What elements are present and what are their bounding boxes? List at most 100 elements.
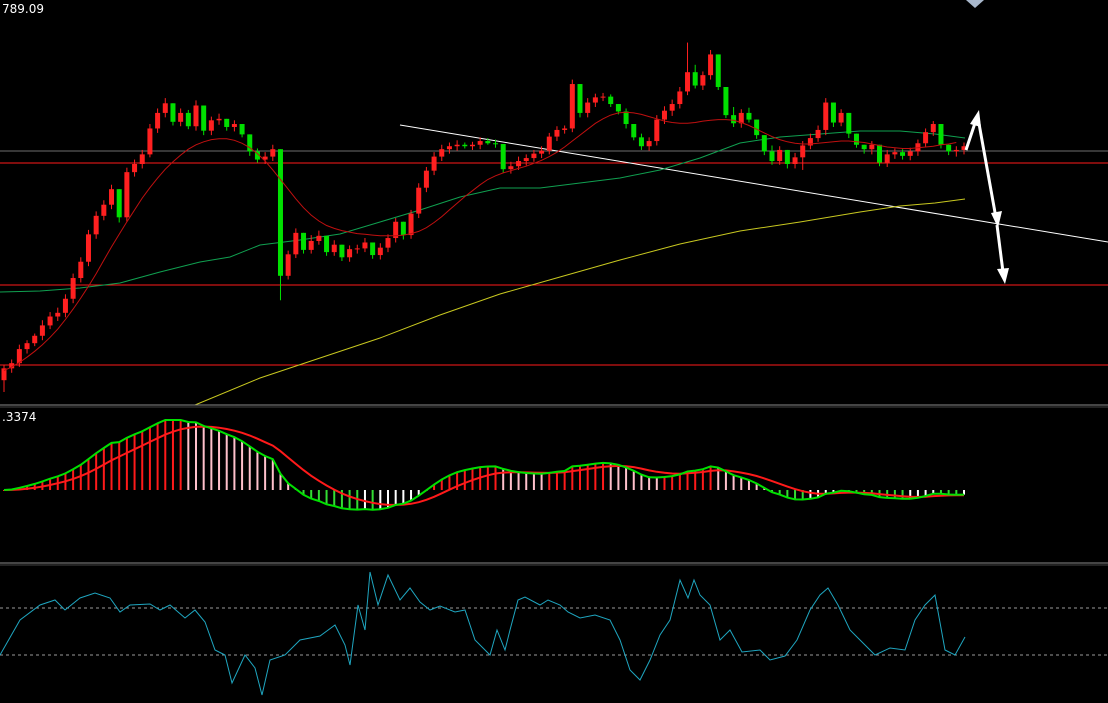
bear-candle [846,112,852,134]
bull-candle [592,97,598,103]
bull-candle [823,102,829,130]
bear-candle [853,133,859,145]
bull-candle [62,298,68,313]
macd-histogram-bar [532,473,535,490]
bull-candle [477,141,483,145]
macd-histogram-bar [110,442,113,490]
macd-histogram-bar [548,472,551,490]
macd-histogram-bar [402,490,405,504]
bear-candle [301,232,307,250]
bull-candle [446,146,452,150]
macd-histogram-bar [486,466,489,490]
bull-candle [85,234,91,262]
macd-histogram-bar [202,425,205,490]
macd-histogram-bar [371,490,374,510]
bull-candle [884,154,890,163]
bear-candle [493,143,499,145]
bear-candle [723,87,729,116]
bear-candle [715,54,721,87]
bear-candle [638,137,644,147]
macd-histogram-bar [187,422,190,490]
macd-histogram-bar [156,423,159,490]
bull-candle [953,149,959,152]
macd-histogram-bar [87,459,90,490]
bear-candle [201,105,207,131]
macd-histogram-bar [333,490,336,507]
macd-histogram-bar [901,490,904,499]
bull-candle [385,238,391,248]
bull-candle [800,145,806,158]
bear-candle [277,149,283,276]
bear-candle [324,235,330,253]
bull-candle [162,103,168,113]
macd-histogram-bar [448,475,451,490]
bull-candle [454,144,460,147]
price-readout: 789.09 [2,2,44,16]
macd-histogram-bar [671,476,674,490]
bear-candle [631,124,637,138]
macd-histogram-bar [95,453,98,490]
bear-candle [900,152,906,156]
bull-candle [439,149,445,157]
bear-candle [692,72,698,86]
macd-histogram-bar [317,490,320,502]
bear-candle [746,112,752,120]
macd-histogram-bar [571,466,574,490]
macd-histogram-bar [617,464,620,490]
bear-candle [462,144,468,147]
macd-histogram-bar [525,473,528,490]
macd-histogram-bar [463,470,466,490]
bull-candle [47,316,53,326]
bear-candle [500,144,506,170]
bull-candle [208,120,214,131]
macd-histogram-bar [655,477,658,490]
bull-candle [792,157,798,164]
bull-candle [531,153,537,159]
macd-histogram-bar [517,472,520,490]
bear-candle [877,144,883,163]
macd-histogram-bar [225,434,228,490]
bull-candle [539,150,545,154]
macd-histogram-bar [363,490,366,510]
bull-candle [139,154,145,164]
macd-histogram-bar [609,463,612,490]
macd-histogram-bar [747,479,750,490]
bull-candle [132,164,138,173]
bull-candle [838,112,844,123]
bull-candle [907,151,913,156]
macd-histogram-bar [640,474,643,490]
macd-histogram-bar [148,427,151,490]
bull-candle [600,96,606,98]
macd-histogram-bar [632,470,635,490]
macd-histogram-bar [740,477,743,490]
bull-candle [377,247,383,256]
bull-candle [562,128,568,130]
bear-candle [784,149,790,164]
bear-candle [830,102,836,123]
bull-candle [815,129,821,139]
bull-candle [423,170,429,188]
bull-candle [362,242,368,249]
macd-histogram-bar [141,431,144,490]
bull-candle [231,124,237,127]
macd-histogram-bar [678,474,681,490]
bull-candle [124,172,130,218]
bull-candle [216,118,222,121]
bear-candle [370,242,376,256]
bull-candle [24,343,30,350]
bull-candle [869,144,875,150]
bear-candle [185,112,191,127]
bull-candle [508,166,514,170]
bull-candle [646,141,652,147]
macd-histogram-bar [256,451,259,490]
bull-candle [285,254,291,276]
macd-histogram-bar [233,437,236,490]
bull-candle [408,213,414,236]
macd-histogram-bar [724,471,727,490]
macd-histogram-bar [218,430,221,490]
bull-candle [777,149,783,162]
bull-candle [101,204,107,216]
bull-candle [270,149,276,157]
bear-candle [577,84,583,113]
macd-histogram-bar [625,467,628,490]
